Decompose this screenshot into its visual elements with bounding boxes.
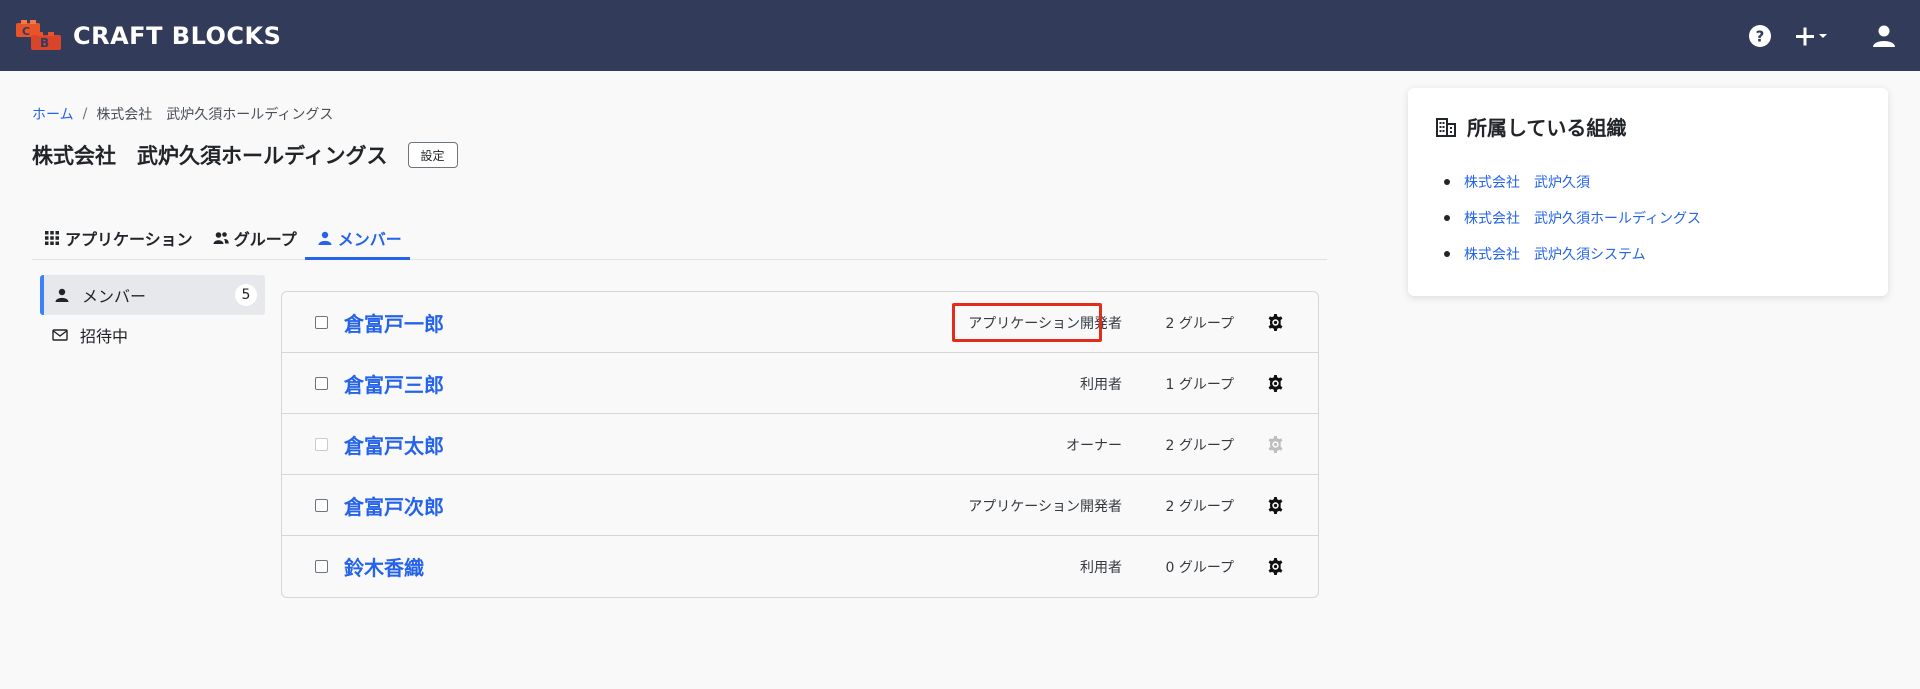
sidebar-item-label: 招待中 (80, 327, 129, 346)
gear-icon (1268, 435, 1283, 454)
list-item: 株式会社 武炉久須 (1443, 164, 1701, 200)
building-icon (1436, 117, 1456, 137)
svg-text:?: ? (1756, 28, 1765, 46)
users-icon (213, 231, 229, 244)
member-group-count: 2 グループ (1165, 316, 1234, 332)
member-group-count: 1 グループ (1165, 377, 1234, 393)
list-item: 株式会社 武炉久須システム (1443, 236, 1701, 272)
table-row: 鈴木香織 利用者 0 グループ (282, 536, 1318, 597)
row-checkbox[interactable] (315, 499, 328, 512)
mail-icon (52, 329, 68, 341)
user-account-icon[interactable] (1870, 22, 1898, 50)
member-side-menu: メンバー 5 招待中 (40, 275, 265, 355)
table-row: 倉富戸次郎 アプリケーション開発者 2 グループ (282, 475, 1318, 536)
tab-bar: アプリケーション グループ メンバー (32, 218, 1327, 260)
help-icon[interactable]: ? (1746, 22, 1774, 50)
member-role: アプリケーション開発者 (968, 316, 1122, 332)
svg-text:B: B (40, 36, 49, 50)
page-header: 株式会社 武炉久須ホールディングス 設定 (32, 140, 458, 170)
member-count-badge: 5 (235, 284, 257, 306)
list-item: 株式会社 武炉久須ホールディングス (1443, 200, 1701, 236)
tab-members[interactable]: メンバー (304, 218, 410, 260)
gear-icon[interactable] (1266, 374, 1285, 393)
table-row: 倉富戸太郎 オーナー 2 グループ (282, 414, 1318, 475)
member-name-link[interactable]: 倉富戸三郎 (344, 369, 444, 398)
member-name-link[interactable]: 倉富戸太郎 (344, 430, 444, 459)
breadcrumb: ホーム / 株式会社 武炉久須ホールディングス (32, 104, 333, 124)
member-role: オーナー (1066, 438, 1122, 454)
organization-link[interactable]: 株式会社 武炉久須ホールディングス (1464, 208, 1701, 228)
member-name-link[interactable]: 鈴木香織 (344, 552, 424, 581)
app-logo[interactable]: C B CRAFT BLOCKS (15, 19, 281, 53)
member-name-link[interactable]: 倉富戸一郎 (344, 308, 444, 337)
organization-link[interactable]: 株式会社 武炉久須 (1464, 172, 1590, 192)
organization-link[interactable]: 株式会社 武炉久須システム (1464, 244, 1646, 264)
row-checkbox[interactable] (315, 316, 328, 329)
row-checkbox[interactable] (315, 560, 328, 573)
organizations-heading: 所属している組織 (1434, 112, 1626, 141)
row-checkbox[interactable] (315, 377, 328, 390)
member-name-link[interactable]: 倉富戸次郎 (344, 491, 444, 520)
gear-icon[interactable] (1266, 313, 1285, 332)
person-icon (318, 231, 332, 245)
member-role: 利用者 (1080, 377, 1122, 393)
settings-button[interactable]: 設定 (407, 142, 458, 168)
tab-label: メンバー (337, 229, 402, 249)
grid-icon (45, 230, 59, 245)
sidebar-item-label: メンバー (82, 287, 147, 306)
member-group-count: 2 グループ (1165, 499, 1234, 515)
member-table: 倉富戸一郎 アプリケーション開発者 2 グループ 倉富戸三郎 利用者 1 グルー… (281, 291, 1319, 598)
member-role: アプリケーション開発者 (968, 499, 1122, 515)
table-row: 倉富戸一郎 アプリケーション開発者 2 グループ (282, 292, 1318, 353)
page-title: 株式会社 武炉久須ホールディングス (32, 144, 388, 168)
svg-text:C: C (22, 25, 30, 38)
craft-blocks-logo-icon: C B (16, 20, 61, 50)
breadcrumb-separator: / (82, 106, 88, 122)
tab-groups[interactable]: グループ (201, 218, 305, 260)
gear-icon[interactable] (1266, 496, 1285, 515)
member-group-count: 2 グループ (1165, 438, 1234, 454)
table-row: 倉富戸三郎 利用者 1 グループ (282, 353, 1318, 414)
organizations-title: 所属している組織 (1467, 116, 1627, 140)
breadcrumb-home-link[interactable]: ホーム (32, 104, 74, 124)
brand-name: CRAFT BLOCKS (73, 22, 282, 50)
tab-label: アプリケーション (65, 229, 193, 249)
row-checkbox-disabled (315, 438, 328, 451)
tab-label: グループ (233, 229, 297, 249)
person-icon (55, 288, 69, 302)
sidebar-item-invitations[interactable]: 招待中 (40, 315, 265, 355)
breadcrumb-current: 株式会社 武炉久須ホールディングス (96, 107, 334, 123)
member-group-count: 0 グループ (1165, 560, 1234, 576)
add-menu-icon[interactable] (1792, 22, 1832, 50)
member-role: 利用者 (1080, 560, 1122, 576)
sidebar-item-members[interactable]: メンバー 5 (40, 275, 265, 315)
tab-applications[interactable]: アプリケーション (32, 218, 201, 260)
top-navbar: C B CRAFT BLOCKS ? (0, 0, 1920, 71)
gear-icon[interactable] (1266, 557, 1285, 576)
organization-list: 株式会社 武炉久須 株式会社 武炉久須ホールディングス 株式会社 武炉久須システ… (1443, 164, 1701, 272)
organizations-panel: 所属している組織 株式会社 武炉久須 株式会社 武炉久須ホールディングス 株式会… (1408, 88, 1888, 296)
